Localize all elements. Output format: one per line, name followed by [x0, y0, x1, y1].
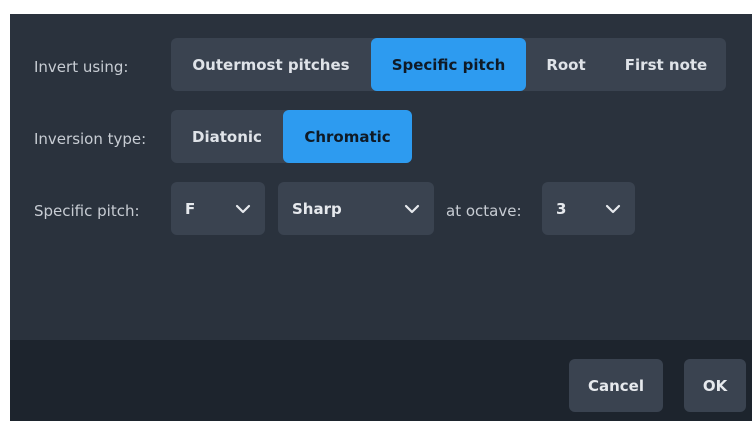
accidental-select[interactable]: Sharp: [278, 182, 434, 235]
specific-pitch-label: Specific pitch:: [34, 202, 140, 220]
option-diatonic[interactable]: Diatonic: [171, 110, 283, 163]
ok-button[interactable]: OK: [684, 359, 746, 412]
invert-using-label: Invert using:: [34, 58, 129, 76]
octave-select-value: 3: [556, 199, 567, 218]
note-select[interactable]: F: [171, 182, 265, 235]
option-first-note[interactable]: First note: [606, 38, 726, 91]
cancel-button[interactable]: Cancel: [569, 359, 663, 412]
chevron-down-icon: [235, 204, 251, 213]
option-specific-pitch[interactable]: Specific pitch: [371, 38, 526, 91]
option-root[interactable]: Root: [526, 38, 606, 91]
inversion-type-label: Inversion type:: [34, 130, 147, 148]
at-octave-label: at octave:: [446, 202, 522, 220]
option-outermost-pitches[interactable]: Outermost pitches: [171, 38, 371, 91]
inversion-type-segmented-control: Diatonic Chromatic: [171, 110, 412, 163]
chevron-down-icon: [404, 204, 420, 213]
option-chromatic[interactable]: Chromatic: [283, 110, 412, 163]
invert-dialog: Invert using: Outermost pitches Specific…: [10, 14, 752, 421]
accidental-select-value: Sharp: [292, 199, 342, 218]
chevron-down-icon: [605, 204, 621, 213]
invert-using-segmented-control: Outermost pitches Specific pitch Root Fi…: [171, 38, 726, 91]
octave-select[interactable]: 3: [542, 182, 635, 235]
note-select-value: F: [185, 199, 196, 218]
